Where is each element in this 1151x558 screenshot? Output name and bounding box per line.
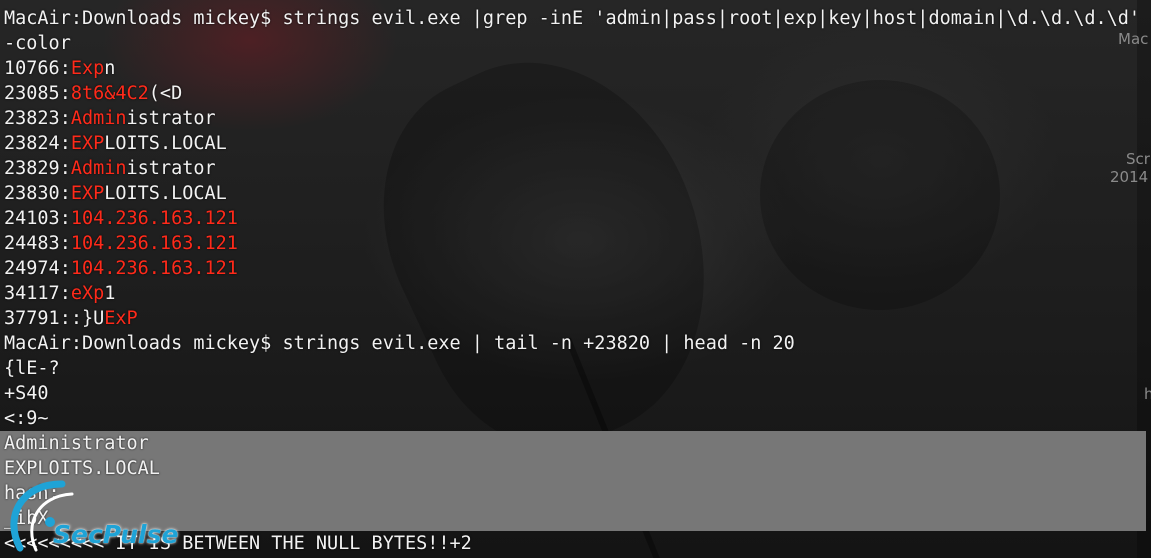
grep-match-highlight: Admin (70, 158, 127, 179)
terminal-line: hash: (4, 481, 1151, 506)
terminal-line: 23823:Administrator (4, 106, 1151, 131)
terminal-text: Administrator (4, 433, 149, 454)
terminal-line: 23829:Administrator (4, 156, 1151, 181)
grep-match-highlight: ExP (104, 308, 138, 329)
terminal-text: MacAir:Downloads mickey$ strings evil.ex… (4, 333, 795, 354)
terminal-text: _ibX (4, 508, 49, 529)
terminal-text: hash: (4, 483, 60, 504)
terminal-text: {lE-? (4, 358, 60, 379)
terminal-text: 37791: (4, 308, 71, 329)
grep-match-highlight: Admin (70, 108, 127, 129)
terminal-line: 34117:eXp1 (4, 281, 1151, 306)
grep-match-highlight: 8t6&4C2 (70, 83, 149, 104)
terminal-line: 10766:Expn (4, 56, 1151, 81)
terminal-line: 23830:EXPLOITS.LOCAL (4, 181, 1151, 206)
terminal-window[interactable]: Mac Scr 2014 h MacAir:Downloads mickey$ … (0, 0, 1151, 558)
terminal-text: istrator (126, 158, 216, 179)
grep-match-highlight: eXp (70, 283, 105, 304)
terminal-text: 1 (104, 283, 116, 304)
terminal-text: (<D (148, 83, 183, 104)
terminal-line: Administrator (4, 431, 1151, 456)
terminal-text: 10766: (4, 58, 71, 79)
terminal-output[interactable]: MacAir:Downloads mickey$ strings evil.ex… (4, 6, 1151, 556)
terminal-line: 37791::}UExP (4, 306, 1151, 331)
terminal-text: 34117: (4, 283, 71, 304)
terminal-text: istrator (126, 108, 216, 129)
terminal-line: <:9~ (4, 406, 1151, 431)
terminal-line: 24103:104.236.163.121 (4, 206, 1151, 231)
terminal-text: MacAir:Downloads mickey$ strings evil.ex… (4, 8, 1151, 29)
terminal-text: -color (4, 33, 71, 54)
terminal-text: 24974: (4, 258, 71, 279)
grep-match-highlight: 104.236.163.121 (70, 258, 238, 279)
terminal-text: <:9~ (4, 408, 49, 429)
terminal-text: EXPLOITS.LOCAL (4, 458, 160, 479)
terminal-text: n (104, 58, 116, 79)
grep-match-highlight: EXP (70, 133, 105, 154)
grep-match-highlight: EXP (70, 183, 105, 204)
terminal-text: 23830: (4, 183, 71, 204)
terminal-line: +S40 (4, 381, 1151, 406)
terminal-line: 24483:104.236.163.121 (4, 231, 1151, 256)
terminal-line: MacAir:Downloads mickey$ strings evil.ex… (4, 331, 1151, 356)
terminal-text: 23824: (4, 133, 71, 154)
terminal-text: LOITS.LOCAL (104, 133, 227, 154)
terminal-line: EXPLOITS.LOCAL (4, 456, 1151, 481)
terminal-text: 23085: (4, 83, 71, 104)
terminal-text: 23823: (4, 108, 71, 129)
terminal-text: :}U (70, 308, 105, 329)
terminal-line: -color (4, 31, 1151, 56)
watermark-text: SecPulse (53, 520, 179, 549)
terminal-line: 23824:EXPLOITS.LOCAL (4, 131, 1151, 156)
grep-match-highlight: Exp (70, 58, 105, 79)
terminal-text: 24483: (4, 233, 71, 254)
terminal-line: 24974:104.236.163.121 (4, 256, 1151, 281)
terminal-text: +S40 (4, 383, 49, 404)
terminal-line: {lE-? (4, 356, 1151, 381)
grep-match-highlight: 104.236.163.121 (70, 208, 238, 229)
terminal-text: LOITS.LOCAL (104, 183, 227, 204)
terminal-line: MacAir:Downloads mickey$ strings evil.ex… (4, 6, 1151, 31)
terminal-text: 23829: (4, 158, 71, 179)
grep-match-highlight: 104.236.163.121 (70, 233, 238, 254)
terminal-text: 24103: (4, 208, 71, 229)
terminal-line: 23085:8t6&4C2(<D (4, 81, 1151, 106)
